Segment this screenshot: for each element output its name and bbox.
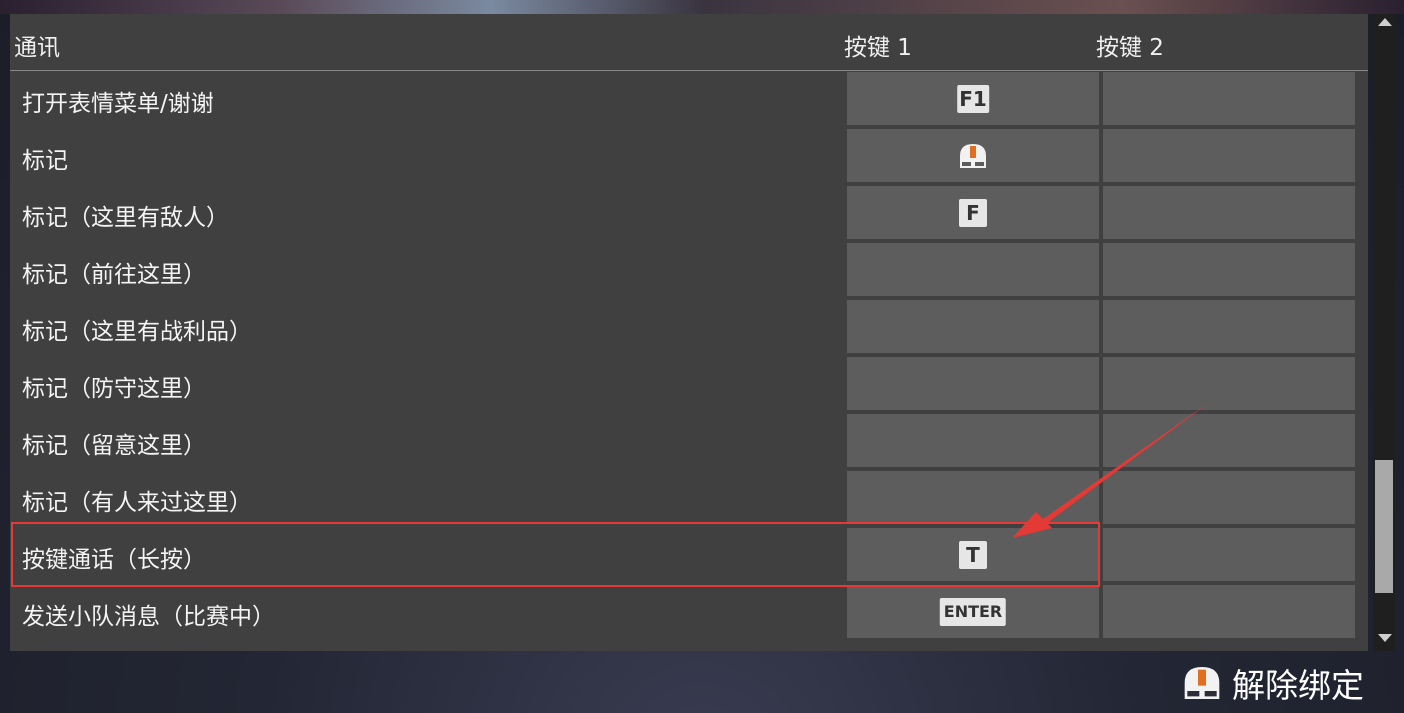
scroll-down-icon[interactable]	[1378, 634, 1392, 642]
key2-slot[interactable]	[1103, 243, 1355, 296]
key2-slot[interactable]	[1103, 414, 1355, 467]
keybind-row: 标记（这里有战利品）	[10, 300, 1368, 357]
key1-slot[interactable]	[847, 243, 1099, 296]
key2-slot[interactable]	[1103, 186, 1355, 239]
action-label: 发送小队消息（比赛中）	[22, 604, 275, 630]
key2-slot[interactable]	[1103, 585, 1355, 638]
keybind-row: 标记（防守这里）	[10, 357, 1368, 414]
keycap: ENTER	[939, 597, 1007, 626]
key1-slot[interactable]: ENTER	[847, 585, 1099, 638]
unbind-button[interactable]: 解除绑定	[1182, 660, 1364, 706]
action-label: 标记	[22, 148, 68, 174]
annotation-highlight-box	[11, 522, 1100, 587]
action-label: 打开表情菜单/谢谢	[22, 91, 214, 117]
mouse-icon	[1184, 667, 1220, 699]
key1-slot[interactable]	[847, 129, 1099, 182]
key2-slot[interactable]	[1103, 129, 1355, 182]
key1-slot[interactable]	[847, 300, 1099, 353]
scroll-up-icon[interactable]	[1378, 18, 1392, 26]
key2-slot[interactable]	[1103, 357, 1355, 410]
keycap: F	[959, 198, 987, 227]
unbind-label: 解除绑定	[1232, 666, 1364, 705]
keycap: F1	[957, 84, 989, 113]
action-label: 标记（防守这里）	[22, 376, 206, 402]
column-header-key2: 按键 2	[1096, 35, 1164, 61]
column-header-key1: 按键 1	[844, 35, 912, 61]
key2-slot[interactable]	[1103, 471, 1355, 524]
keybind-row: 标记	[10, 129, 1368, 186]
key1-slot[interactable]	[847, 414, 1099, 467]
key1-slot[interactable]	[847, 357, 1099, 410]
keybind-row: 发送小队消息（比赛中） ENTER	[10, 585, 1368, 642]
action-label: 标记（这里有敌人）	[22, 205, 229, 231]
key1-slot[interactable]	[847, 471, 1099, 524]
scrollbar-thumb[interactable]	[1375, 460, 1393, 593]
mouse-icon	[960, 143, 986, 168]
action-label: 标记（留意这里）	[22, 433, 206, 459]
keybind-row: 标记（这里有敌人） F	[10, 186, 1368, 243]
table-header: 通讯 按键 1 按键 2	[10, 14, 1368, 71]
keybind-row: 打开表情菜单/谢谢 F1	[10, 72, 1368, 129]
background-strip	[0, 0, 1404, 14]
action-label: 标记（这里有战利品）	[22, 319, 252, 345]
action-label: 标记（有人来过这里）	[22, 490, 252, 516]
key2-slot[interactable]	[1103, 300, 1355, 353]
action-label: 标记（前往这里）	[22, 262, 206, 288]
keybind-row: 标记（有人来过这里）	[10, 471, 1368, 528]
key2-slot[interactable]	[1103, 72, 1355, 125]
section-title: 通讯	[14, 35, 60, 61]
key1-slot[interactable]: F1	[847, 72, 1099, 125]
keybind-row: 标记（留意这里）	[10, 414, 1368, 471]
keybind-row: 标记（前往这里）	[10, 243, 1368, 300]
key1-slot[interactable]: F	[847, 186, 1099, 239]
key2-slot[interactable]	[1103, 528, 1355, 581]
